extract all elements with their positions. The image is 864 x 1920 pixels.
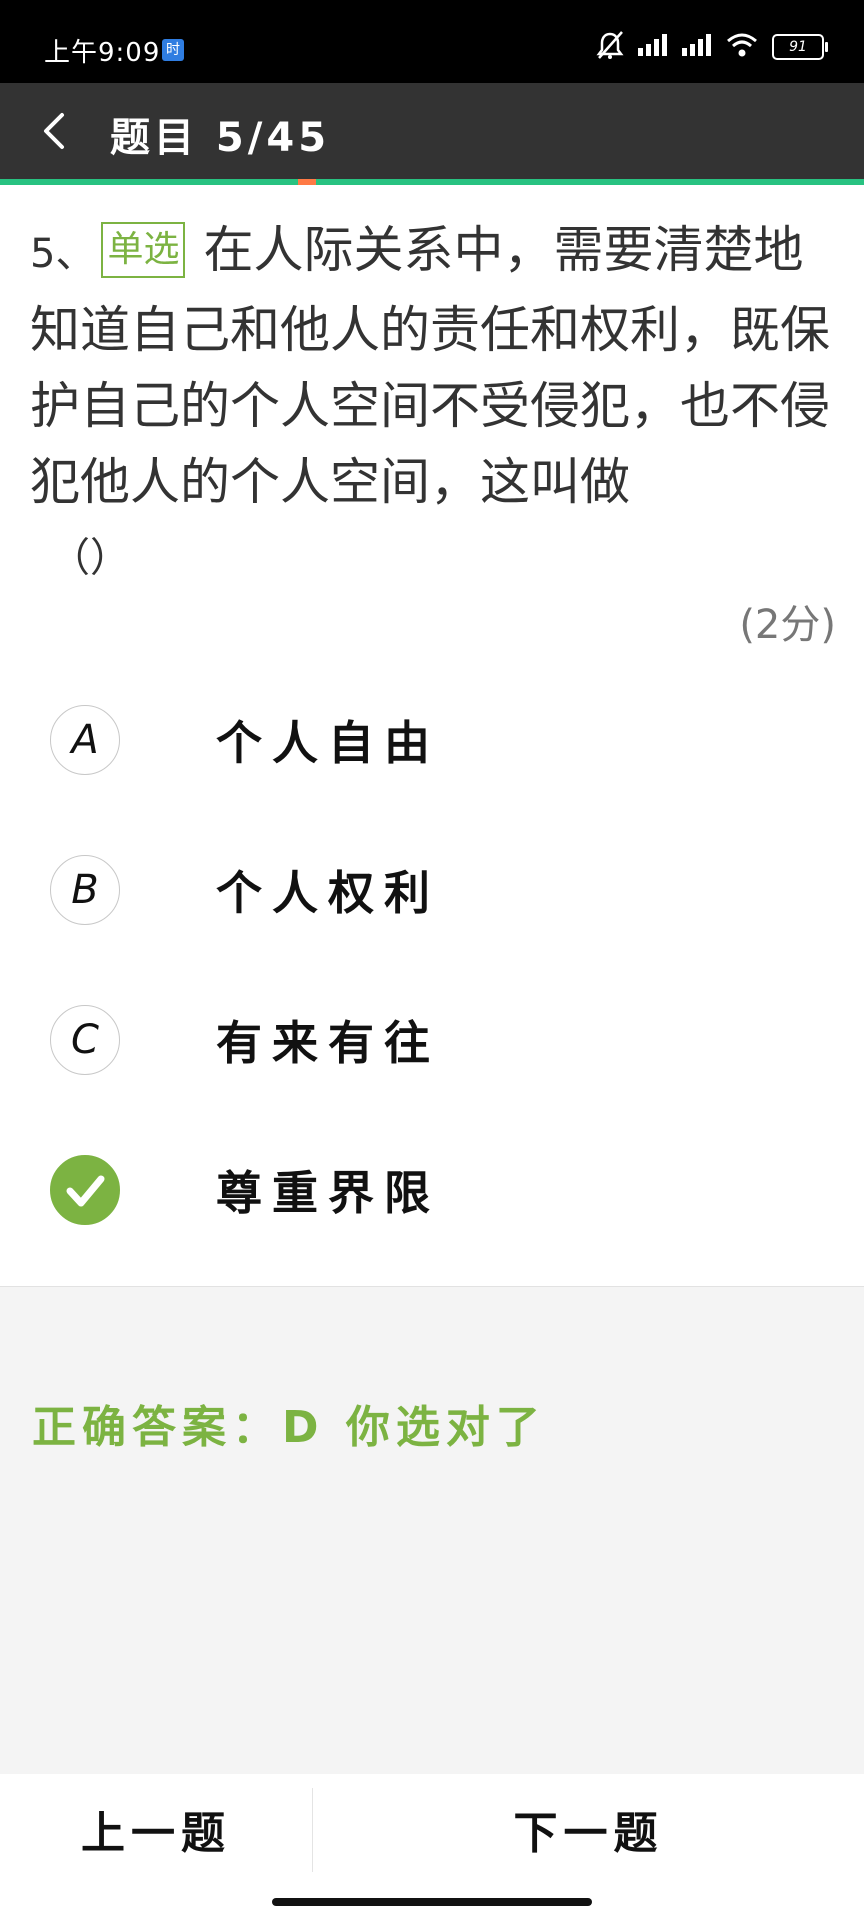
signal-icon (638, 34, 668, 60)
previous-question-button[interactable]: 上一题 (0, 1774, 312, 1884)
status-bar: 上午9:09 时 91 (0, 0, 864, 83)
option-a[interactable]: A 个人自由 (50, 700, 830, 780)
next-question-button[interactable]: 下一题 (313, 1774, 864, 1884)
signal-icon (682, 34, 712, 60)
mute-bell-icon (596, 30, 624, 64)
battery-icon: 91 (772, 34, 828, 60)
app-header: 题目 5/45 (0, 83, 864, 179)
status-icons: 91 (596, 30, 828, 64)
option-c[interactable]: C 有来有往 (50, 1000, 830, 1080)
page-title: 题目 5/45 (110, 115, 331, 161)
option-d[interactable]: 尊重界限 (50, 1150, 830, 1230)
option-b-label: 个人权利 (216, 866, 440, 920)
answer-feedback-panel: 正确答案：D 你选对了 (0, 1286, 864, 1775)
option-c-label: 有来有往 (216, 1016, 440, 1070)
home-indicator[interactable] (272, 1898, 592, 1906)
option-a-radio[interactable]: A (50, 705, 120, 775)
answer-blank: （） (50, 535, 130, 581)
option-b[interactable]: B 个人权利 (50, 850, 830, 930)
checkmark-icon (66, 1175, 105, 1207)
question-number: 5、 (30, 231, 96, 277)
question-progress-bar (0, 179, 864, 185)
option-c-radio[interactable]: C (50, 1005, 120, 1075)
correct-answer-text: 正确答案：D 你选对了 (32, 1402, 546, 1453)
back-button[interactable] (32, 107, 80, 155)
chevron-left-icon (44, 113, 64, 149)
option-d-radio[interactable] (50, 1155, 120, 1225)
wifi-icon (726, 33, 758, 61)
progress-marker (298, 179, 316, 185)
option-d-label: 尊重界限 (216, 1166, 440, 1220)
status-time: 上午9:09 (44, 38, 161, 68)
option-a-label: 个人自由 (216, 716, 440, 770)
question-stem: 5、 单选 在人际关系中，需要清楚地知道自己和他人的责任和权利，既保护自己的个人空间… (30, 212, 836, 596)
option-b-radio[interactable]: B (50, 855, 120, 925)
status-badge: 时 (162, 39, 184, 61)
question-type-badge: 单选 (101, 222, 186, 278)
question-score: (2分) (739, 602, 836, 648)
